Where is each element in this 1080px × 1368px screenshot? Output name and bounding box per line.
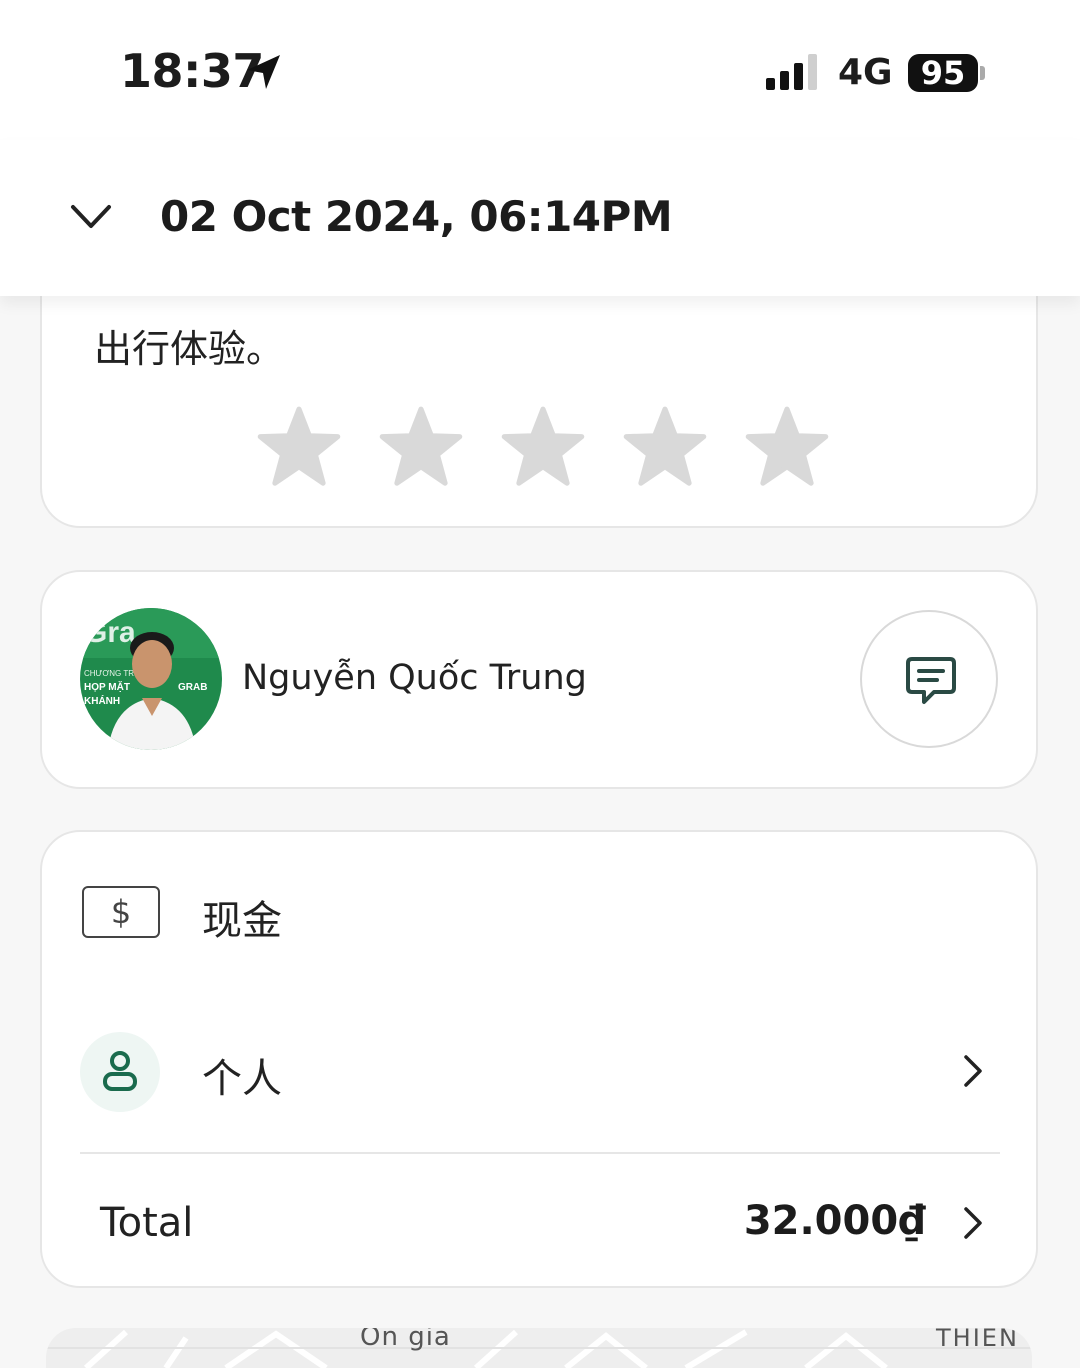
star-1-icon[interactable]	[256, 404, 342, 490]
star-5-icon[interactable]	[744, 404, 830, 490]
page-title: 02 Oct 2024, 06:14PM	[160, 192, 673, 241]
location-arrow-icon	[247, 55, 280, 89]
route-map[interactable]: On gia THIÊN	[46, 1328, 1032, 1368]
profile-label: 个人	[202, 1056, 282, 1102]
profile-row[interactable]: 个人	[42, 1018, 1036, 1128]
driver-card: Gra CHƯƠNG TRÌ HỌP MẶT KHÁNH GRAB Nguyễn…	[40, 570, 1038, 789]
cellular-signal-icon	[766, 54, 817, 90]
star-3-icon[interactable]	[500, 404, 586, 490]
status-time: 18:37	[120, 44, 264, 98]
map-label: On gia	[360, 1328, 451, 1352]
map-label: THIÊN	[936, 1328, 1019, 1352]
payment-method-label: 现金	[202, 898, 282, 944]
avatar-text-top: Gra	[84, 616, 136, 649]
avatar-text-line3: KHÁNH	[84, 694, 120, 707]
battery-nub	[980, 66, 985, 80]
chat-button[interactable]	[860, 610, 998, 748]
total-value: 32.000₫	[743, 1198, 926, 1244]
rating-prompt-text: 出行体验。	[94, 327, 285, 371]
avatar-text-line1: CHƯƠNG TRÌ	[84, 669, 136, 678]
map-roads	[46, 1329, 1032, 1368]
status-bar: 18:37 4G 95	[0, 0, 1080, 140]
payment-card: $ 现金 个人 Total 32.000₫	[40, 830, 1038, 1288]
cash-icon: $	[82, 886, 160, 938]
driver-name: Nguyễn Quốc Trung	[242, 658, 587, 698]
avatar-text-right: GRAB	[178, 682, 207, 693]
driver-avatar: Gra CHƯƠNG TRÌ HỌP MẶT KHÁNH GRAB	[80, 608, 222, 750]
page-header: 02 Oct 2024, 06:14PM	[0, 140, 1080, 296]
chevron-right-icon	[964, 1207, 982, 1239]
star-rating	[256, 404, 830, 490]
chevron-down-icon[interactable]	[70, 202, 112, 232]
person-icon	[80, 1032, 160, 1112]
star-4-icon[interactable]	[622, 404, 708, 490]
network-type: 4G	[838, 52, 893, 93]
chevron-right-icon	[964, 1055, 982, 1087]
divider	[80, 1152, 1000, 1154]
battery-icon: 95	[908, 54, 978, 92]
chat-icon	[906, 657, 956, 704]
total-label: Total	[100, 1200, 194, 1246]
avatar-text-line2: HỌP MẶT	[84, 680, 130, 693]
star-2-icon[interactable]	[378, 404, 464, 490]
total-row[interactable]: Total 32.000₫	[42, 1168, 1036, 1278]
